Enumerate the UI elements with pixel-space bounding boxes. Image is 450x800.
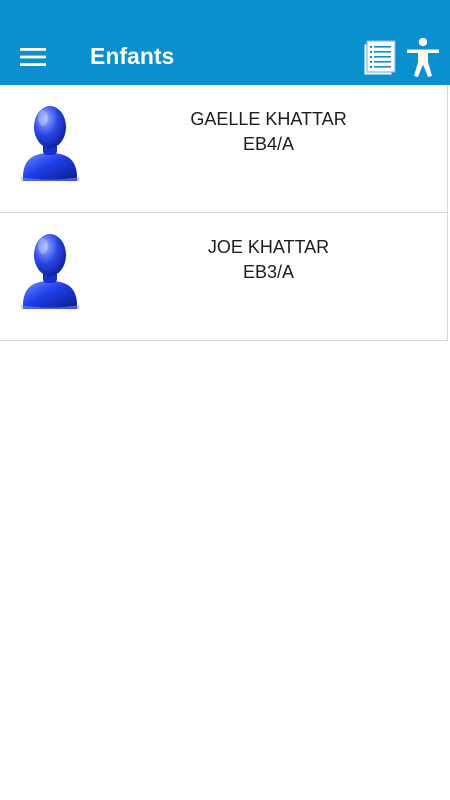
accessibility-icon xyxy=(407,37,439,77)
app-bar: Enfants xyxy=(0,0,450,85)
child-row[interactable]: JOE KHATTAR EB3/A xyxy=(0,213,448,341)
document-icon xyxy=(363,40,396,76)
accessibility-button[interactable] xyxy=(403,37,443,79)
child-class: EB3/A xyxy=(242,262,295,282)
menu-button[interactable] xyxy=(12,38,54,76)
child-class: EB4/A xyxy=(242,134,295,154)
children-list: GAELLE KHATTAR EB4/A JOE KHATTAR EB3/A xyxy=(0,85,448,341)
page-title: Enfants xyxy=(90,43,175,69)
user-avatar-icon xyxy=(21,234,79,309)
user-avatar-icon xyxy=(21,106,79,181)
child-row[interactable]: GAELLE KHATTAR EB4/A xyxy=(0,85,448,213)
hamburger-menu-icon xyxy=(20,48,46,66)
child-name: JOE KHATTAR xyxy=(207,237,330,257)
document-button[interactable] xyxy=(360,38,400,78)
child-name: GAELLE KHATTAR xyxy=(190,109,347,129)
